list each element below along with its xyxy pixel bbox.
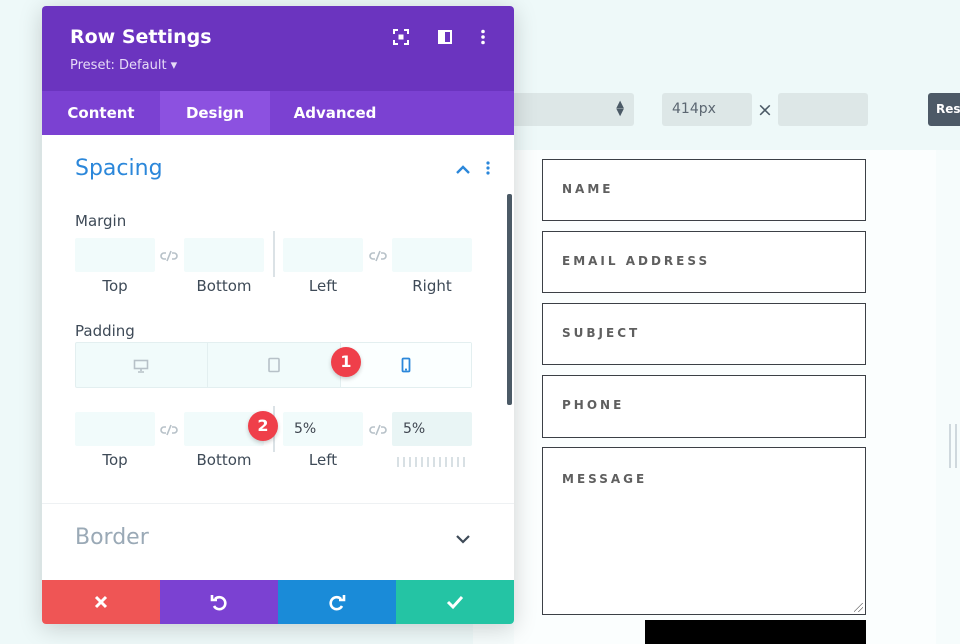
chevron-up-icon[interactable]	[455, 161, 471, 175]
padding-label: Padding	[75, 322, 135, 340]
field-placeholder: NAME	[562, 182, 614, 196]
margin-top-input[interactable]	[75, 238, 155, 272]
panel-header: Row Settings Preset: Default ▾	[42, 6, 514, 91]
preset-dropdown[interactable]: Preset: Default ▾	[70, 58, 177, 73]
message-field[interactable]: MESSAGE	[542, 447, 866, 615]
reset-button[interactable]: Res	[928, 93, 960, 126]
margin-left-label: Left	[308, 277, 338, 295]
phone-icon	[400, 357, 412, 373]
padding-left-label: Left	[308, 451, 338, 469]
more-options-icon[interactable]	[474, 28, 492, 46]
submit-button[interactable]	[645, 620, 866, 644]
field-placeholder: PHONE	[562, 398, 625, 412]
redo-icon	[328, 593, 346, 611]
resize-handle[interactable]	[948, 424, 958, 468]
settings-tabs: Content Design Advanced	[42, 91, 514, 135]
save-button[interactable]	[396, 580, 514, 624]
section-options-icon[interactable]	[482, 160, 494, 176]
sidebar-toggle-icon[interactable]	[436, 28, 454, 46]
margin-right-label: Right	[412, 277, 452, 295]
margin-bottom-label: Bottom	[196, 277, 252, 295]
tablet-icon	[267, 357, 281, 373]
padding-bottom-label: Bottom	[196, 451, 252, 469]
link-icon[interactable]	[368, 422, 388, 436]
dimension-times-label: ×	[757, 99, 773, 121]
padding-right-input[interactable]: 5%	[392, 412, 472, 446]
preview-height-input[interactable]	[778, 93, 868, 126]
margin-right-input[interactable]	[392, 238, 472, 272]
margin-label: Margin	[75, 212, 127, 230]
field-divider	[273, 231, 275, 277]
email-field[interactable]: EMAIL ADDRESS	[542, 231, 866, 293]
fullscreen-icon[interactable]	[392, 28, 410, 46]
tab-content[interactable]: Content	[42, 91, 160, 135]
tab-design[interactable]: Design	[160, 91, 270, 135]
padding-left-input[interactable]: 5%	[283, 412, 363, 446]
spacing-section-title[interactable]: Spacing	[75, 156, 163, 181]
link-icon[interactable]	[159, 422, 179, 436]
link-icon[interactable]	[368, 248, 388, 262]
device-tab-desktop[interactable]	[76, 343, 208, 387]
textarea-resize-icon[interactable]	[854, 603, 863, 612]
section-divider	[42, 503, 514, 504]
padding-top-input[interactable]	[75, 412, 155, 446]
margin-bottom-input[interactable]	[184, 238, 264, 272]
preview-width-input[interactable]: 414px	[662, 93, 752, 126]
field-placeholder: EMAIL ADDRESS	[562, 254, 711, 268]
device-preset-select[interactable]: ▲ ▼	[505, 93, 634, 126]
phone-field[interactable]: PHONE	[542, 375, 866, 438]
range-slider[interactable]	[397, 457, 467, 467]
desktop-icon	[133, 358, 149, 373]
border-section-title[interactable]: Border	[75, 525, 149, 550]
link-icon[interactable]	[159, 248, 179, 262]
discard-button[interactable]	[42, 580, 160, 624]
settings-content: Spacing Margin Top Bottom Left Right Pad…	[42, 135, 514, 580]
padding-top-label: Top	[102, 451, 128, 469]
close-icon	[93, 594, 109, 610]
margin-left-input[interactable]	[283, 238, 363, 272]
panel-title: Row Settings	[70, 26, 212, 48]
tab-advanced[interactable]: Advanced	[270, 91, 400, 135]
margin-top-label: Top	[102, 277, 128, 295]
row-settings-panel: Row Settings Preset: Default ▾ Content D…	[42, 6, 514, 624]
responsive-device-tabs	[75, 342, 472, 388]
device-tab-tablet[interactable]	[208, 343, 341, 387]
select-arrows-icon: ▲ ▼	[616, 99, 624, 118]
panel-action-bar	[42, 580, 514, 624]
annotation-badge-2: 2	[248, 411, 278, 441]
panel-scrollbar[interactable]	[507, 194, 512, 405]
check-icon	[446, 594, 464, 610]
undo-button[interactable]	[160, 580, 278, 624]
chevron-down-icon[interactable]	[455, 531, 471, 545]
annotation-badge-1: 1	[331, 347, 361, 377]
field-placeholder: MESSAGE	[562, 472, 648, 486]
redo-button[interactable]	[278, 580, 396, 624]
field-placeholder: SUBJECT	[562, 326, 641, 340]
undo-icon	[210, 593, 228, 611]
name-field[interactable]: NAME	[542, 159, 866, 221]
subject-field[interactable]: SUBJECT	[542, 303, 866, 365]
